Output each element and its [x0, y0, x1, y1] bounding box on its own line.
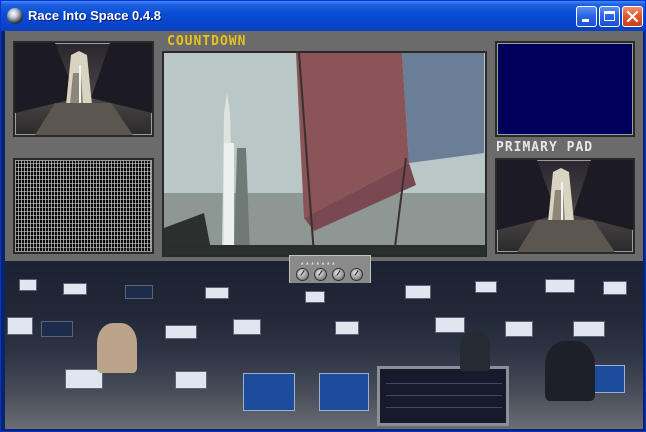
console-screen [505, 321, 533, 337]
console-screen [305, 291, 325, 303]
maximize-button[interactable] [599, 6, 620, 27]
dial-knob[interactable] [332, 268, 345, 281]
app-window: Race Into Space 0.4.8 COUNTDOWN PRIMARY … [0, 0, 646, 432]
static-noise-monitor [13, 158, 154, 254]
console-screen [125, 285, 153, 299]
console-screen [165, 325, 197, 339]
blue-monitor [319, 373, 369, 411]
console-screen [475, 281, 497, 293]
blue-monitor [243, 373, 295, 411]
console-screen [405, 285, 431, 299]
console-screen [233, 319, 261, 335]
maximize-icon [604, 11, 615, 21]
launch-console-panel: COUNTDOWN PRIMARY PAD [5, 31, 643, 261]
close-icon [626, 10, 639, 23]
dial-markings: ▴▴▴▴▴▴▴ [300, 259, 337, 267]
console-screen [19, 279, 37, 291]
minimize-button[interactable] [576, 6, 597, 27]
console-screen [435, 317, 465, 333]
controller-figure [97, 323, 137, 373]
minimize-icon [582, 19, 589, 22]
console-screen [205, 287, 229, 299]
console-screen [7, 317, 33, 335]
controller-figure [460, 331, 490, 371]
console-screen [573, 321, 605, 337]
control-dial-panel: ▴▴▴▴▴▴▴ [289, 255, 371, 283]
title-bar[interactable]: Race Into Space 0.4.8 [1, 1, 645, 31]
window-title: Race Into Space 0.4.8 [28, 8, 161, 23]
console-screen [65, 369, 103, 389]
blank-monitor [495, 41, 635, 137]
countdown-label: COUNTDOWN [167, 34, 247, 49]
console-screen [41, 321, 73, 337]
dial-knob[interactable] [314, 268, 327, 281]
console-screen [175, 371, 207, 389]
dark-display-monitor [377, 366, 509, 426]
dial-knob[interactable] [350, 268, 363, 281]
primary-pad-label: PRIMARY PAD [496, 140, 594, 155]
dial-knob[interactable] [296, 268, 309, 281]
globe-icon [7, 8, 23, 24]
console-screen [603, 281, 627, 295]
close-button[interactable] [622, 6, 643, 27]
mission-control-room-image [5, 261, 643, 429]
controller-figure [545, 341, 595, 401]
console-screen [545, 279, 575, 293]
launch-pad-camera-left [13, 41, 154, 137]
game-viewport: COUNTDOWN PRIMARY PAD ▴▴▴▴▴▴▴ [5, 31, 643, 429]
primary-pad-camera [495, 158, 635, 254]
console-screen [63, 283, 87, 295]
console-screen [335, 321, 359, 335]
main-launch-view [162, 51, 487, 257]
